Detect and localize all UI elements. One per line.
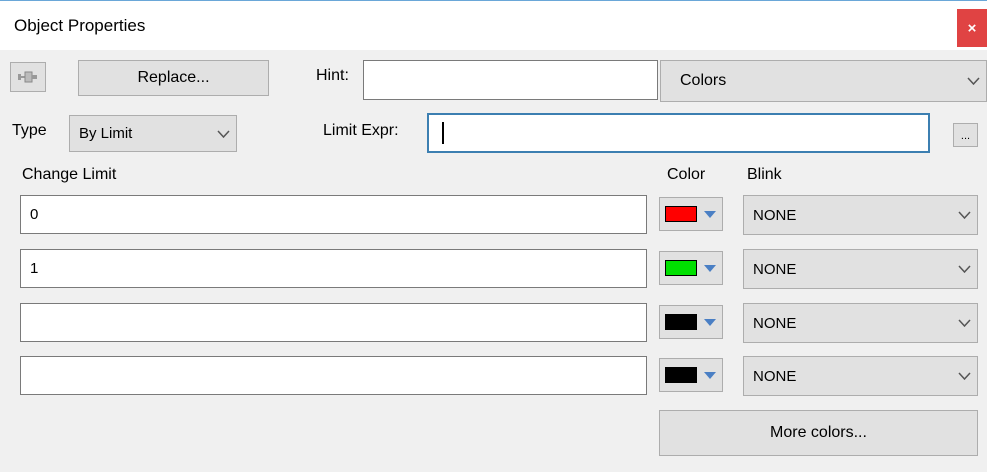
dropdown-arrow-icon bbox=[704, 211, 716, 218]
blink-select[interactable]: NONE bbox=[743, 303, 978, 343]
color-swatch bbox=[665, 314, 697, 330]
chevron-down-icon bbox=[210, 116, 236, 151]
pin-button[interactable] bbox=[10, 62, 46, 92]
chevron-down-icon bbox=[951, 357, 977, 395]
dropdown-arrow-icon bbox=[704, 265, 716, 272]
color-picker-button[interactable] bbox=[659, 305, 723, 339]
chevron-down-icon bbox=[951, 250, 977, 288]
color-swatch bbox=[665, 367, 697, 383]
change-limit-input[interactable] bbox=[20, 356, 647, 395]
change-limit-input[interactable]: 1 bbox=[20, 249, 647, 288]
window-title: Object Properties bbox=[14, 16, 146, 35]
change-limit-header: Change Limit bbox=[22, 166, 117, 183]
limit-expr-label: Limit Expr: bbox=[323, 122, 399, 139]
blink-select-value: NONE bbox=[753, 314, 797, 332]
blink-select[interactable]: NONE bbox=[743, 356, 978, 396]
hint-input[interactable] bbox=[363, 60, 658, 100]
more-colors-button[interactable]: More colors... bbox=[659, 410, 978, 456]
blink-header: Blink bbox=[747, 166, 782, 183]
color-header: Color bbox=[667, 166, 706, 183]
change-limit-input[interactable] bbox=[20, 303, 647, 342]
color-swatch bbox=[665, 206, 697, 222]
category-select[interactable]: Colors bbox=[660, 60, 987, 102]
limit-expr-input[interactable] bbox=[427, 113, 930, 153]
limit-expr-browse-button[interactable]: ... bbox=[953, 123, 978, 147]
chevron-down-icon bbox=[960, 61, 986, 101]
close-button[interactable]: × bbox=[957, 9, 987, 47]
category-select-value: Colors bbox=[680, 72, 727, 89]
type-select-value: By Limit bbox=[79, 125, 133, 142]
hint-label: Hint: bbox=[316, 67, 349, 84]
chevron-down-icon bbox=[951, 304, 977, 342]
color-picker-button[interactable] bbox=[659, 251, 723, 285]
blink-select-value: NONE bbox=[753, 260, 797, 278]
chevron-down-icon bbox=[951, 196, 977, 234]
dropdown-arrow-icon bbox=[704, 372, 716, 379]
blink-select[interactable]: NONE bbox=[743, 249, 978, 289]
pushpin-icon bbox=[18, 71, 37, 83]
dropdown-arrow-icon bbox=[704, 319, 716, 326]
title-bar: Object Properties × bbox=[0, 0, 987, 50]
type-label: Type bbox=[12, 122, 47, 139]
color-picker-button[interactable] bbox=[659, 358, 723, 392]
change-limit-input[interactable]: 0 bbox=[20, 195, 647, 234]
close-icon: × bbox=[967, 19, 977, 37]
color-swatch bbox=[665, 260, 697, 276]
blink-select-value: NONE bbox=[753, 206, 797, 224]
replace-button[interactable]: Replace... bbox=[78, 60, 269, 96]
blink-select[interactable]: NONE bbox=[743, 195, 978, 235]
color-picker-button[interactable] bbox=[659, 197, 723, 231]
type-select[interactable]: By Limit bbox=[69, 115, 237, 152]
text-caret bbox=[442, 122, 444, 144]
blink-select-value: NONE bbox=[753, 367, 797, 385]
